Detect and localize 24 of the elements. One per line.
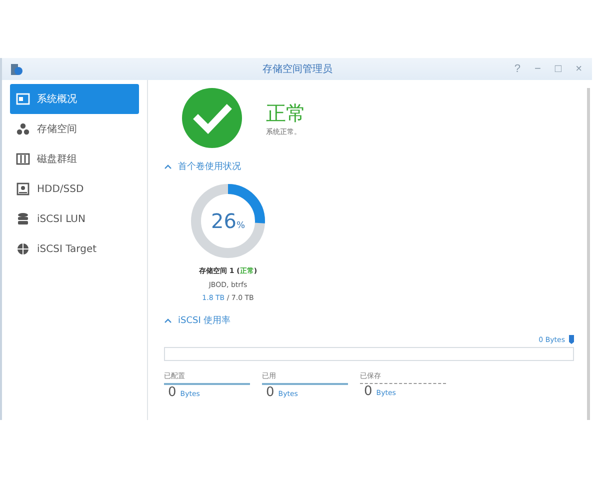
sidebar-item[interactable]: iSCSI Target <box>10 234 139 264</box>
window-title: 存储空间管理员 <box>262 62 333 76</box>
cubes-icon <box>16 122 30 136</box>
columns-icon <box>16 152 30 166</box>
globe-icon <box>16 242 30 256</box>
sidebar-item[interactable]: iSCSI LUN <box>10 204 139 234</box>
check-circle-icon <box>182 88 242 148</box>
legend-value: 0 <box>266 385 274 400</box>
app-logo-icon <box>10 62 23 76</box>
sidebar-item[interactable]: 系统概况 <box>10 84 139 114</box>
usage-donut: 26% <box>188 181 268 261</box>
section-title: iSCSI 使用率 <box>178 314 231 327</box>
database-icon <box>16 212 30 226</box>
legend-value: 0 <box>364 384 372 399</box>
chevron-icon[interactable] <box>164 318 172 323</box>
chevron-icon[interactable] <box>164 164 172 169</box>
sidebar-item[interactable]: 存储空间 <box>10 114 139 144</box>
sidebar-item[interactable]: HDD/SSD <box>10 174 139 204</box>
sidebar-item[interactable]: 磁盘群组 <box>10 144 139 174</box>
overview-icon <box>16 92 30 106</box>
marker-icon <box>569 335 574 344</box>
section-title: 首个卷使用状况 <box>178 160 241 173</box>
status-title: 正常 <box>266 100 306 126</box>
legend-value: 0 <box>168 385 176 400</box>
